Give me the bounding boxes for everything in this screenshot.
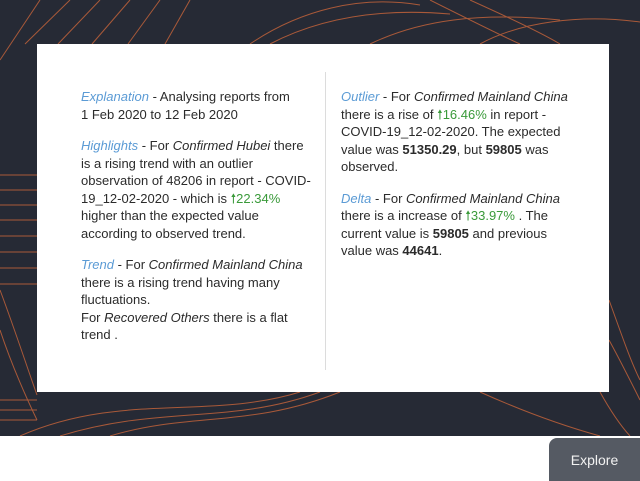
insights-left-column: Explanation - Analysing reports from 1 F…: [81, 88, 313, 344]
highlights-text-a: - For: [138, 138, 173, 153]
column-divider: [325, 72, 326, 370]
trend-text-b: there is a rising trend having many fluc…: [81, 274, 280, 308]
delta-measure: Confirmed Mainland China: [406, 190, 560, 206]
explanation-text: - Analysing reports from: [148, 89, 290, 104]
explore-button[interactable]: Explore: [549, 438, 640, 481]
outlier-percent: 16.46%: [442, 106, 487, 122]
outlier-label: Outlier: [341, 89, 380, 104]
delta-text-e: .: [438, 243, 443, 258]
explanation-insight: Explanation - Analysing reports from 1 F…: [81, 88, 313, 123]
highlights-percent: 22.34%: [236, 190, 281, 206]
delta-insight: Delta - For Confirmed Mainland China the…: [341, 190, 581, 260]
trend-label: Trend: [81, 257, 114, 272]
highlights-insight: Highlights - For Confirmed Hubei there i…: [81, 137, 313, 242]
highlights-measure: Confirmed Hubei: [172, 138, 271, 153]
outlier-insight: Outlier - For Confirmed Mainland China t…: [341, 88, 581, 176]
outlier-expected-value: 51350.29: [402, 141, 457, 157]
highlights-label: Highlights: [81, 138, 139, 153]
delta-percent: 33.97%: [470, 208, 515, 223]
delta-text-a: - For: [371, 190, 407, 206]
explanation-date-range: 1 Feb 2020 to 12 Feb 2020: [81, 106, 238, 122]
outlier-text-d: , but: [456, 141, 486, 157]
outlier-measure: Confirmed Mainland China: [413, 89, 568, 104]
delta-text-b: there is a increase of: [341, 208, 466, 223]
trend-measure-2: Recovered Others: [104, 309, 210, 325]
insights-right-column: Outlier - For Confirmed Mainland China t…: [341, 88, 581, 260]
trend-measure-1: Confirmed Mainland China: [148, 257, 303, 272]
explanation-label: Explanation: [81, 89, 149, 104]
trend-text-c: For: [81, 309, 105, 325]
delta-label: Delta: [341, 190, 372, 206]
outlier-text-a: - For: [379, 89, 414, 104]
outlier-observed-value: 59805: [485, 141, 522, 157]
outlier-text-b: there is a rise of: [341, 106, 438, 122]
delta-current-value: 59805: [432, 225, 469, 241]
insights-card: Explanation - Analysing reports from 1 F…: [37, 44, 609, 392]
highlights-text-c: higher than the expected value according…: [81, 208, 259, 241]
trend-insight: Trend - For Confirmed Mainland China the…: [81, 256, 313, 344]
delta-previous-value: 44641: [402, 243, 439, 258]
trend-text-a: - For: [114, 257, 149, 272]
